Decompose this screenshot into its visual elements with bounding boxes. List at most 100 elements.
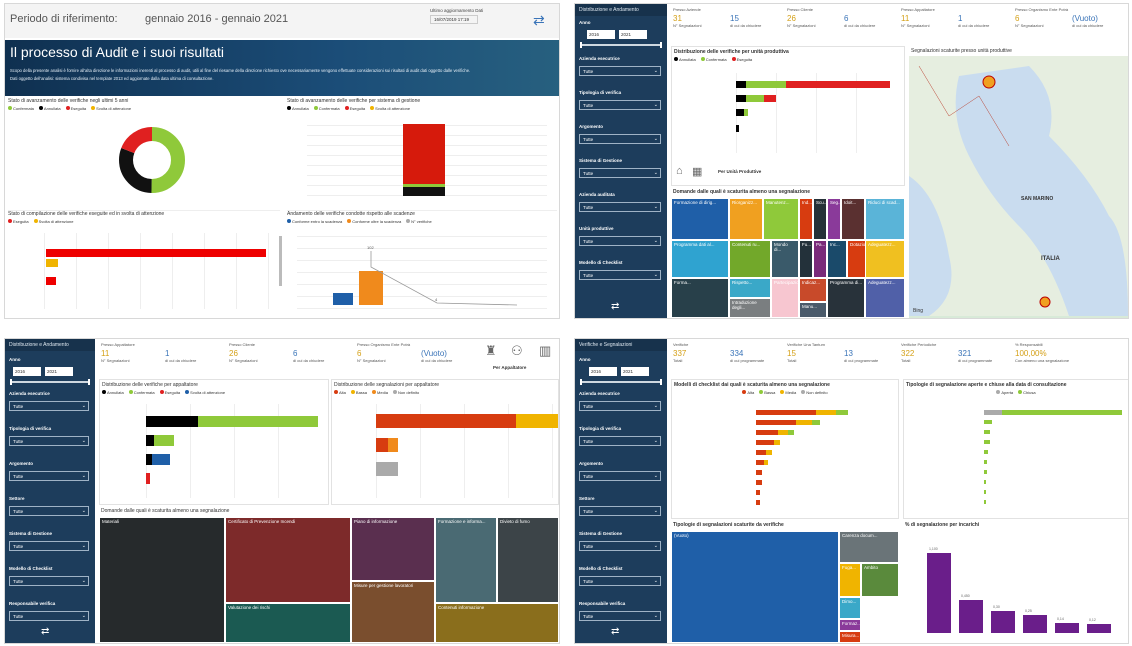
- year-from-input[interactable]: 2016: [13, 367, 41, 376]
- year-slider[interactable]: [580, 42, 662, 48]
- filter-dropdown[interactable]: Tutte ⌄: [9, 436, 89, 446]
- treemap-cell[interactable]: Rispetto...: [729, 278, 771, 298]
- nav-label[interactable]: Per Unità Produttive: [718, 169, 761, 174]
- filter-dropdown[interactable]: Tutte ⌄: [579, 401, 661, 411]
- filter-dropdown[interactable]: Tutte ⌄: [579, 134, 661, 144]
- kpi-card: 6 N° Segnalazioni: [357, 349, 386, 363]
- filter-dropdown[interactable]: Tutte ⌄: [579, 506, 661, 516]
- filter-dropdown[interactable]: Tutte ⌄: [579, 471, 661, 481]
- filter-label: Modello di Checklist: [9, 566, 53, 571]
- kpi-card: 322 Totali: [901, 349, 914, 363]
- nav-label[interactable]: Per Appaltatore: [493, 365, 526, 370]
- treemap-cell[interactable]: Riduci di scad...: [865, 198, 905, 240]
- year-from-input[interactable]: 2016: [589, 367, 617, 376]
- dropdown-value: Tutte: [583, 137, 594, 142]
- treemap-cell[interactable]: Riorganizz...: [729, 198, 763, 240]
- treemap-cell[interactable]: Intraduzione degli...: [729, 298, 771, 318]
- treemap-cell[interactable]: Dimo...: [839, 597, 861, 619]
- refresh-icon[interactable]: ⇄: [533, 12, 545, 29]
- kpi-card: 11 N° Segnalazioni: [101, 349, 130, 363]
- treemap-cell[interactable]: Contenuti ru...: [729, 240, 771, 278]
- treemap-cell[interactable]: Seg...: [827, 198, 841, 240]
- year-slider[interactable]: [580, 379, 662, 385]
- treemap-cell[interactable]: Fuga...: [839, 563, 861, 597]
- treemap-cell[interactable]: Formaz...: [839, 619, 861, 631]
- treemap-cell[interactable]: Valutazione dei rischi: [225, 603, 351, 643]
- filter-dropdown[interactable]: Tutte ⌄: [579, 270, 661, 280]
- filter-dropdown[interactable]: Tutte ⌄: [579, 100, 661, 110]
- filter-dropdown[interactable]: Tutte ⌄: [579, 611, 661, 621]
- kpi-card: 6 di cui da chiudere: [844, 14, 875, 28]
- treemap-cell[interactable]: Inc...: [827, 240, 847, 278]
- treemap-cell[interactable]: Ambito: [861, 563, 899, 597]
- treemap-cell[interactable]: Mondo di...: [771, 240, 799, 278]
- chart-title: Modelli di checklist dai quali è scaturi…: [674, 382, 830, 388]
- filter-dropdown[interactable]: Tutte ⌄: [9, 611, 89, 621]
- bing-logo: Bing: [913, 308, 924, 314]
- refresh-icon[interactable]: ⇄: [611, 301, 619, 312]
- treemap-cell[interactable]: Partecipazio...: [771, 278, 799, 318]
- filter-sidebar: Verifiche e Segnalazioni Anno 2016 2021 …: [575, 339, 667, 643]
- filter-dropdown[interactable]: Tutte ⌄: [579, 436, 661, 446]
- treemap-cell[interactable]: Contenuti informazione: [435, 603, 559, 643]
- treemap-cell[interactable]: Certificato di Prevenzione Incendi: [225, 517, 351, 603]
- treemap-cell[interactable]: Adeguatezz...: [865, 278, 905, 318]
- dropdown-value: Tutte: [13, 579, 24, 584]
- period-value: gennaio 2016 - gennaio 2021: [145, 13, 289, 25]
- filter-dropdown[interactable]: Tutte ⌄: [9, 471, 89, 481]
- treemap-cell[interactable]: (Vuoto): [671, 531, 839, 643]
- treemap-cell[interactable]: Forma...: [671, 278, 729, 318]
- year-slider[interactable]: [10, 379, 90, 385]
- treemap-cell[interactable]: Programma dati al...: [671, 240, 729, 278]
- filter-dropdown[interactable]: Tutte ⌄: [9, 541, 89, 551]
- treemap-cell[interactable]: Programma di...: [827, 278, 865, 318]
- treemap-cell[interactable]: Manu...: [799, 302, 827, 318]
- chevron-down-icon: ⌄: [653, 204, 658, 210]
- treemap-cell[interactable]: Pa...: [813, 240, 827, 278]
- building-icon[interactable]: ▥: [539, 343, 551, 359]
- filter-label: Argomento: [579, 124, 603, 129]
- title-banner: Il processo di Audit e i suoi risultati …: [5, 40, 559, 96]
- filter-dropdown[interactable]: Tutte ⌄: [9, 576, 89, 586]
- reports-per-role-chart: % di segnalazione per incarichi 1,100 0,4…: [903, 521, 1128, 643]
- treemap-cell[interactable]: Carenza docum...: [839, 531, 899, 563]
- year-from-input[interactable]: 2016: [587, 30, 615, 39]
- filter-dropdown[interactable]: Tutte ⌄: [579, 236, 661, 246]
- filter-label: Sistema di Gestione: [9, 531, 53, 536]
- kpi-card: 6 di cui da chiudere: [293, 349, 324, 363]
- treemap-cell[interactable]: Scu...: [813, 198, 827, 240]
- factory-icon[interactable]: ▦: [692, 165, 702, 178]
- treemap-cell[interactable]: Idoit...: [841, 198, 865, 240]
- treemap-cell[interactable]: Indicaz...: [799, 278, 827, 302]
- scrollbar[interactable]: [279, 236, 282, 286]
- treemap-cell[interactable]: Misura...: [839, 631, 861, 643]
- filter-dropdown[interactable]: Tutte ⌄: [579, 576, 661, 586]
- building-icon[interactable]: ⌂: [676, 165, 683, 177]
- treemap-cell[interactable]: Fu...: [799, 240, 813, 278]
- treemap-cell[interactable]: Manutenz...: [763, 198, 799, 240]
- treemap-cell[interactable]: Misure per gestione lavoratori: [351, 581, 435, 643]
- filter-dropdown[interactable]: Tutte ⌄: [9, 401, 89, 411]
- workers-icon[interactable]: ⚇: [511, 343, 523, 359]
- treemap-cell[interactable]: Piano di informazione: [351, 517, 435, 581]
- refresh-icon[interactable]: ⇄: [41, 626, 49, 637]
- filter-dropdown[interactable]: Tutte ⌄: [579, 168, 661, 178]
- filter-dropdown[interactable]: Tutte ⌄: [579, 202, 661, 212]
- column-bar: [1087, 624, 1111, 633]
- filter-dropdown[interactable]: Tutte ⌄: [579, 541, 661, 551]
- treemap-cell[interactable]: Ind...: [799, 198, 813, 240]
- treemap-cell[interactable]: Materiali: [99, 517, 225, 643]
- treemap-cell[interactable]: Adeguatezz...: [865, 240, 905, 278]
- treemap-cell[interactable]: Formazione di dirig...: [671, 198, 729, 240]
- treemap-cell[interactable]: Divieto di fumo: [497, 517, 559, 603]
- chevron-down-icon: ⌄: [81, 403, 86, 409]
- refresh-icon[interactable]: ⇄: [611, 626, 619, 637]
- filter-dropdown[interactable]: Tutte ⌄: [9, 506, 89, 516]
- treemap-cell[interactable]: Formazione e informa...: [435, 517, 497, 603]
- contractor-icon[interactable]: ♜: [485, 343, 497, 359]
- year-to-input[interactable]: 2021: [45, 367, 73, 376]
- year-to-input[interactable]: 2021: [619, 30, 647, 39]
- filter-dropdown[interactable]: Tutte ⌄: [579, 66, 661, 76]
- year-to-input[interactable]: 2021: [621, 367, 649, 376]
- dropdown-value: Tutte: [583, 544, 594, 549]
